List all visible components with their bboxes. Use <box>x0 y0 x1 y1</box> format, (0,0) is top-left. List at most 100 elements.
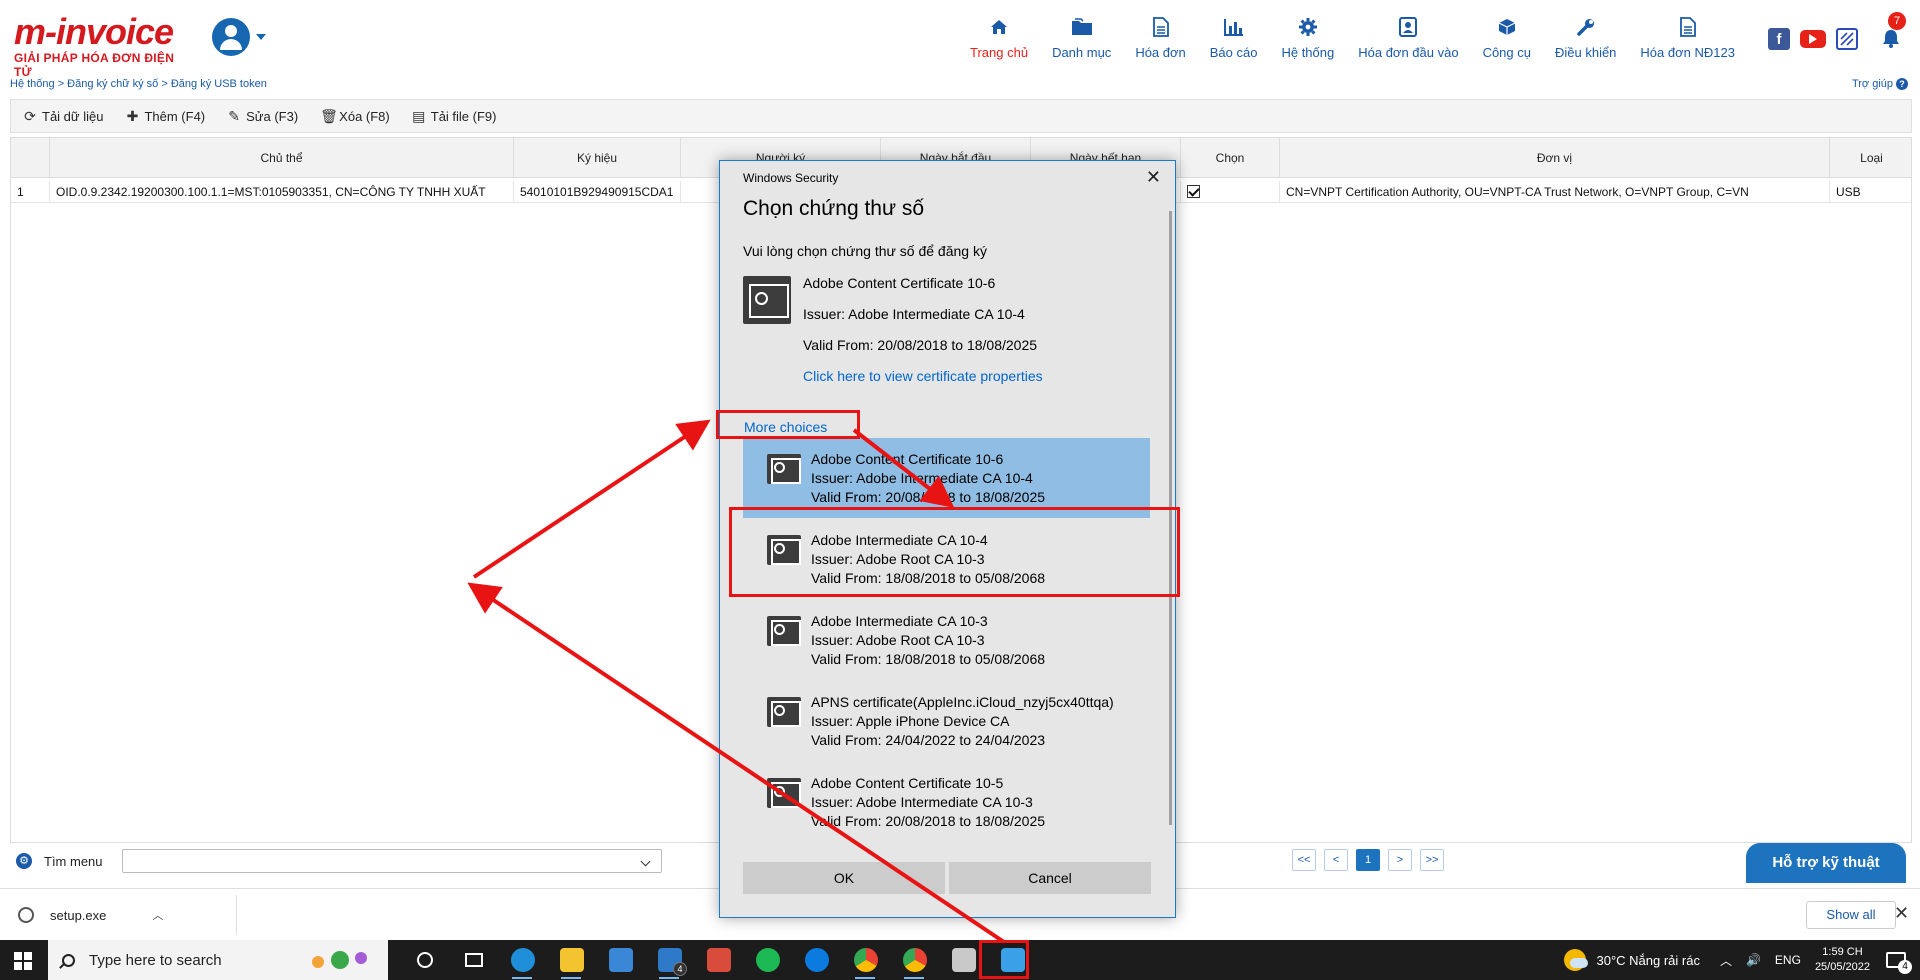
file-explorer-icon[interactable] <box>547 940 596 980</box>
windows-start-icon[interactable] <box>14 952 32 970</box>
youtube-icon[interactable] <box>1800 30 1826 48</box>
taskbar-search[interactable]: Type here to search <box>48 940 388 980</box>
add-label: Thêm (F4) <box>144 108 206 124</box>
nav-danh-muc[interactable]: Danh mục <box>1040 16 1123 66</box>
col-subject[interactable]: Chủ thể <box>50 138 514 178</box>
cell-type: USB <box>1836 185 1861 199</box>
col-type[interactable]: Loại <box>1830 138 1913 178</box>
menu-search-input[interactable] <box>122 849 662 873</box>
search-highlight-icon <box>312 951 367 969</box>
nav-trang-chu[interactable]: Trang chủ <box>958 16 1040 66</box>
certificate-item[interactable]: Adobe Intermediate CA 10-3 Issuer: Adobe… <box>743 600 1150 680</box>
store-icon[interactable] <box>596 940 645 980</box>
clock[interactable]: 1:59 CH 25/05/2022 <box>1815 945 1870 975</box>
language-indicator[interactable]: ENG <box>1775 953 1801 967</box>
last-page-button[interactable]: >> <box>1420 849 1444 871</box>
toolbar: ⟳ Tải dữ liệu ✚ Thêm (F4) ✎ Sửa (F3) 🗑 Xóa (… <box>10 99 1912 133</box>
nav-cong-cu[interactable]: Công cụ <box>1471 16 1543 66</box>
certificate-item[interactable]: APNS certificate(AppleInc.iCloud_nzyj5cx… <box>743 681 1150 761</box>
col-select[interactable]: Chọn <box>1181 138 1280 178</box>
certificate-icon <box>767 454 801 484</box>
chevron-up-icon[interactable]: ︿ <box>1720 952 1732 969</box>
row-number: 1 <box>11 181 50 203</box>
logo-sub-text: GIẢI PHÁP HÓA ĐƠN ĐIỆN TỬ <box>14 51 175 79</box>
first-page-button[interactable]: << <box>1292 849 1316 871</box>
bar-chart-icon <box>1223 16 1245 38</box>
prev-page-button[interactable]: < <box>1324 849 1348 871</box>
taskbar-apps: 4 <box>400 940 1037 980</box>
cancel-button[interactable]: Cancel <box>949 862 1151 894</box>
nav-bao-cao[interactable]: Báo cáo <box>1198 16 1270 66</box>
settings-icon[interactable]: ⚙ <box>16 853 32 869</box>
chevron-up-icon[interactable]: ︿ <box>152 907 163 923</box>
ok-button[interactable]: OK <box>743 862 945 894</box>
selected-cert-valid: Valid From: 20/08/2018 to 18/08/2025 <box>803 337 1038 353</box>
close-icon[interactable]: ✕ <box>1146 167 1161 188</box>
nav-label: Hóa đơn <box>1135 45 1186 60</box>
certificate-item[interactable]: Adobe Content Certificate 10-5 Issuer: A… <box>743 762 1150 826</box>
next-page-button[interactable]: > <box>1388 849 1412 871</box>
header: m-invoice GIẢI PHÁP HÓA ĐƠN ĐIỆN TỬ Tran… <box>0 0 1920 80</box>
notification-count: 4 <box>1898 960 1912 974</box>
nav-dieu-khien[interactable]: Điều khiển <box>1543 16 1628 66</box>
nav-he-thong[interactable]: Hệ thống <box>1269 16 1346 66</box>
nav-label: Công cụ <box>1482 45 1531 60</box>
user-menu-caret-icon[interactable] <box>256 34 266 40</box>
close-icon[interactable]: ✕ <box>1894 903 1909 924</box>
reload-button[interactable]: ⟳ Tải dữ liệu <box>23 108 103 125</box>
nav-hoa-don-nd123[interactable]: Hóa đơn NĐ123 <box>1628 16 1747 66</box>
nav-hoa-don-dau-vao[interactable]: Hóa đơn đầu vào <box>1346 16 1470 66</box>
menu-search-label: Tìm menu <box>44 853 103 869</box>
edge-icon[interactable] <box>498 940 547 980</box>
edit-button[interactable]: ✎ Sửa (F3) <box>227 108 298 125</box>
download-item[interactable]: setup.exe ︿ <box>18 901 163 929</box>
page-button[interactable]: 1 <box>1356 849 1380 871</box>
selected-cert-name: Adobe Content Certificate 10-6 <box>803 275 996 291</box>
annotation-box-taskbar-app <box>979 940 1029 979</box>
view-properties-link[interactable]: Click here to view certificate propertie… <box>803 368 1043 384</box>
add-button[interactable]: ✚ Thêm (F4) <box>125 108 206 125</box>
select-checkbox[interactable] <box>1187 185 1200 198</box>
chrome-profile-icon[interactable] <box>890 940 939 980</box>
chrome-icon[interactable] <box>841 940 890 980</box>
reload-label: Tải dữ liệu <box>42 108 104 124</box>
cert-valid: Valid From: 20/08/2018 to 18/08/2025 <box>811 813 1046 826</box>
zalo-icon[interactable] <box>792 940 841 980</box>
download-label: Tải file (F9) <box>430 108 497 124</box>
breadcrumb[interactable]: Hệ thống > Đăng ký chữ ký số > Đăng ký U… <box>10 78 267 90</box>
bell-icon[interactable] <box>1882 28 1900 48</box>
selected-cert-issuer: Issuer: Adobe Intermediate CA 10-4 <box>803 306 1025 322</box>
cortana-icon[interactable] <box>400 940 449 980</box>
col-serial[interactable]: Ký hiệu <box>514 138 681 178</box>
logo[interactable]: m-invoice GIẢI PHÁP HÓA ĐƠN ĐIỆN TỬ <box>14 14 194 80</box>
cert-name: Adobe Intermediate CA 10-3 <box>811 613 988 629</box>
delete-button[interactable]: 🗑 Xóa (F8) <box>320 108 390 125</box>
facebook-icon[interactable]: f <box>1768 28 1790 50</box>
cert-name: APNS certificate(AppleInc.iCloud_nzyj5cx… <box>811 694 1114 710</box>
certificate-icon <box>743 276 791 324</box>
annotation-box-more-choices <box>716 410 860 439</box>
certificate-item[interactable]: Adobe Content Certificate 10-6 Issuer: A… <box>743 438 1150 518</box>
spotify-icon[interactable] <box>743 940 792 980</box>
speaker-icon[interactable]: 🔊 <box>1746 953 1761 967</box>
show-all-button[interactable]: Show all <box>1806 901 1896 929</box>
download-file-name: setup.exe <box>50 907 107 923</box>
remote-app-icon[interactable] <box>694 940 743 980</box>
certificate-icon <box>767 616 801 646</box>
download-file-button[interactable]: ▤ Tải file (F9) <box>412 108 497 125</box>
col-organization[interactable]: Đơn vị <box>1280 138 1830 178</box>
document-icon <box>1150 16 1172 38</box>
nav-label: Hệ thống <box>1281 45 1335 60</box>
mail-icon[interactable]: 4 <box>645 940 694 980</box>
weather-text[interactable]: 30°C Nắng rải rác <box>1596 953 1699 968</box>
task-view-icon[interactable] <box>449 940 498 980</box>
clock-date: 25/05/2022 <box>1814 961 1870 973</box>
weather-icon[interactable] <box>1564 949 1589 971</box>
notification-center-icon[interactable]: 4 <box>1886 952 1912 974</box>
partner-logo-icon[interactable] <box>1836 28 1858 50</box>
refresh-icon: ⟳ <box>24 107 36 124</box>
nav-hoa-don[interactable]: Hóa đơn <box>1123 16 1197 66</box>
user-avatar[interactable] <box>212 18 250 56</box>
help-link[interactable]: Trợ giúp? <box>1852 78 1908 90</box>
support-button[interactable]: Hỗ trợ kỹ thuật <box>1746 843 1906 883</box>
